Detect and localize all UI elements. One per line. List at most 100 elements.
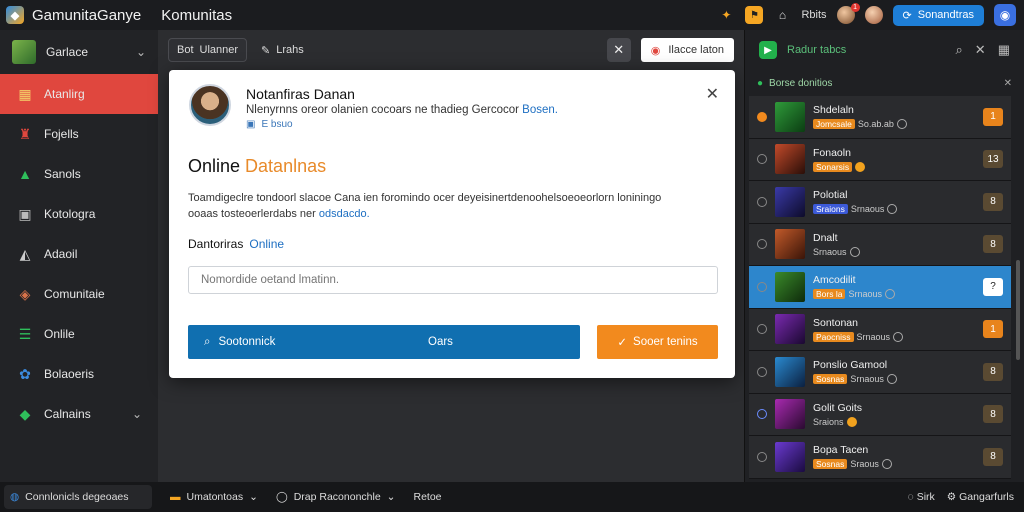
trophy-icon[interactable]: ⚑ [745,6,764,24]
top-action-button[interactable]: ⟳ Sonandtras [892,4,984,26]
game-list-item[interactable]: Dnalt Srnaous 8 [749,223,1011,266]
sidebar-item-4[interactable]: ◭ Adaoil [0,234,158,274]
game-badge[interactable]: 1 [983,320,1003,339]
radio-button[interactable] [757,239,767,250]
game-list-item[interactable]: Ponslio Gamool Sosnas Srnaous 8 [749,351,1011,394]
bottom-right-item-2[interactable]: ⚙ Gangarfurls [947,491,1014,503]
close-icon[interactable]: ✕ [606,38,631,62]
sidebar-item-2[interactable]: ▲ Sanols [0,154,158,194]
radio-button[interactable] [757,324,767,335]
radio-button[interactable] [757,281,767,292]
modal-secondary-button[interactable]: ✓ Sooer tenins [597,325,718,359]
game-meta: Bors la Srnaous [813,289,895,300]
chevron-down-icon[interactable]: ⌄ [136,45,146,59]
game-list: Shdelaln Jomcsale So.ab.ab 1 Fonaoln Sonarsis… [749,96,1011,479]
sidebar-item-0[interactable]: ▦ Atanlirg [0,74,158,114]
game-badge[interactable]: 13 [983,150,1003,169]
game-badge[interactable]: 8 [983,362,1003,381]
game-list-item[interactable]: Polotial Sraions Srnaous 8 [749,181,1011,224]
chat-icon: ◌ [907,491,914,503]
app-title: GamunitaGanye [32,6,142,24]
game-text: Dnalt Srnaous [813,232,860,257]
sidebar-item-1[interactable]: ♜ Fojells [0,114,158,154]
sidebar-item-8[interactable]: ◆ Calnains ⌄ [0,394,158,434]
sidebar-header-label: Garlace [46,45,89,59]
sidebar-item-3[interactable]: ▣ Kotologra [0,194,158,234]
sidebar-item-5[interactable]: ◈ Comunitaie [0,274,158,314]
game-badge[interactable]: ? [983,277,1003,296]
scrollbar[interactable] [1016,260,1020,360]
game-meta: Srnaous [813,246,860,257]
home-icon[interactable]: ⌂ [773,6,791,24]
chart-icon: ▦ [18,85,32,102]
toolbar-button-2[interactable]: ✎ Lrahs [261,44,304,57]
game-list-item[interactable]: Sontonan Paocniss Srnaous 1 [749,308,1011,351]
radio-button[interactable] [757,409,767,420]
sidebar-header[interactable]: Garlace ⌄ [0,30,158,74]
game-badge[interactable]: 8 [983,405,1003,424]
bottom-segment-2[interactable]: ◯ Drap Racononchle ⌄ [276,491,396,503]
modal-paragraph-link[interactable]: odsdacdo. [319,208,370,220]
game-meta: Paocniss Srnaous [813,331,904,342]
chevron-down-icon[interactable]: ⌄ [132,407,142,421]
profile-avatar[interactable] [189,84,231,126]
game-tag: Paocniss [813,331,854,342]
game-list-item[interactable]: Bopa Tacen Sosnas Sraous 8 [749,436,1011,479]
radio-button[interactable] [757,451,767,462]
rating-icon [887,204,898,215]
game-thumbnail [775,314,805,345]
top-label[interactable]: Rbits [801,9,826,21]
game-meta-text: Srnaous [850,374,884,385]
game-text: Amcodilit Bors la Srnaous [813,274,895,300]
sidebar-item-7[interactable]: ✿ Bolaoeris [0,354,158,394]
radio-button[interactable] [757,196,767,207]
game-badge[interactable]: 1 [983,107,1003,126]
close-icon[interactable]: ✕ [1004,78,1012,89]
profile-menu-icon[interactable]: ◉ [994,4,1016,26]
globe-icon: ◍ [10,491,20,503]
bottom-segment-3[interactable]: Retoe [413,491,441,503]
game-meta-text: So.ab.ab [857,119,894,130]
toolbar-button-1[interactable]: Bot Ulanner [168,38,248,62]
rating-icon [893,331,904,342]
game-text: Polotial Sraions Srnaous [813,189,898,215]
user-avatar[interactable]: 1 [836,3,860,24]
profile-modal: Notanfiras Danan Nlenyrnns oreor olanien… [169,70,735,378]
toolbar-white-button[interactable]: ◉ Ilacce laton [640,38,734,62]
radio-button[interactable] [757,366,767,377]
radio-button[interactable] [757,111,767,122]
modal-text-input[interactable] [188,266,718,294]
tools-icon[interactable]: ✕ [975,42,986,58]
friend-avatar[interactable] [864,6,883,24]
search-icon[interactable]: ⌕ [956,42,963,58]
game-badge[interactable]: 8 [983,192,1003,211]
game-list-item[interactable]: Shdelaln Jomcsale So.ab.ab 1 [749,96,1011,139]
puzzle-icon[interactable]: ✦ [717,6,735,24]
app-subtitle: Komunitas [161,6,233,24]
game-name: Sontonan [813,316,858,329]
chevron-down-icon: ⌄ [249,491,258,503]
game-badge[interactable]: 8 [983,447,1003,466]
game-name: Ponslio Gamool [813,359,888,372]
fire-icon: ♜ [18,125,32,142]
game-list-item[interactable]: Golit Goits Sraions 8 [749,393,1011,436]
game-thumbnail [775,271,805,302]
modal-close-icon[interactable]: ✕ [706,84,719,104]
app-logo-icon[interactable]: ◆ [6,6,24,24]
grid-icon[interactable]: ▦ [998,42,1010,58]
game-thumbnail [775,144,805,175]
modal-primary-button[interactable]: ⌕ Sootonnick Oars [188,325,580,359]
sidebar-item-6[interactable]: ☰ Onlile [0,314,158,354]
bottom-right-item-1[interactable]: ◌ Sirk [908,491,935,503]
profile-description-link[interactable]: Bosen. [522,104,558,116]
game-meta-text: Srnaous [813,246,847,257]
game-meta: Jomcsale So.ab.ab [813,119,907,130]
game-list-item[interactable]: Fonaoln Sonarsis 13 [749,138,1011,181]
radio-button[interactable] [757,154,767,165]
bottom-segment-1[interactable]: ▬ Umatontoas ⌄ [170,491,258,503]
game-badge[interactable]: 8 [983,235,1003,254]
bottom-left-chip[interactable]: ◍ Connlonicls degeoaes [4,485,152,509]
ticket-icon: ◆ [19,405,31,422]
game-list-item[interactable]: Amcodilit Bors la Srnaous? [749,266,1011,309]
pyramid-icon: ◭ [19,245,31,262]
